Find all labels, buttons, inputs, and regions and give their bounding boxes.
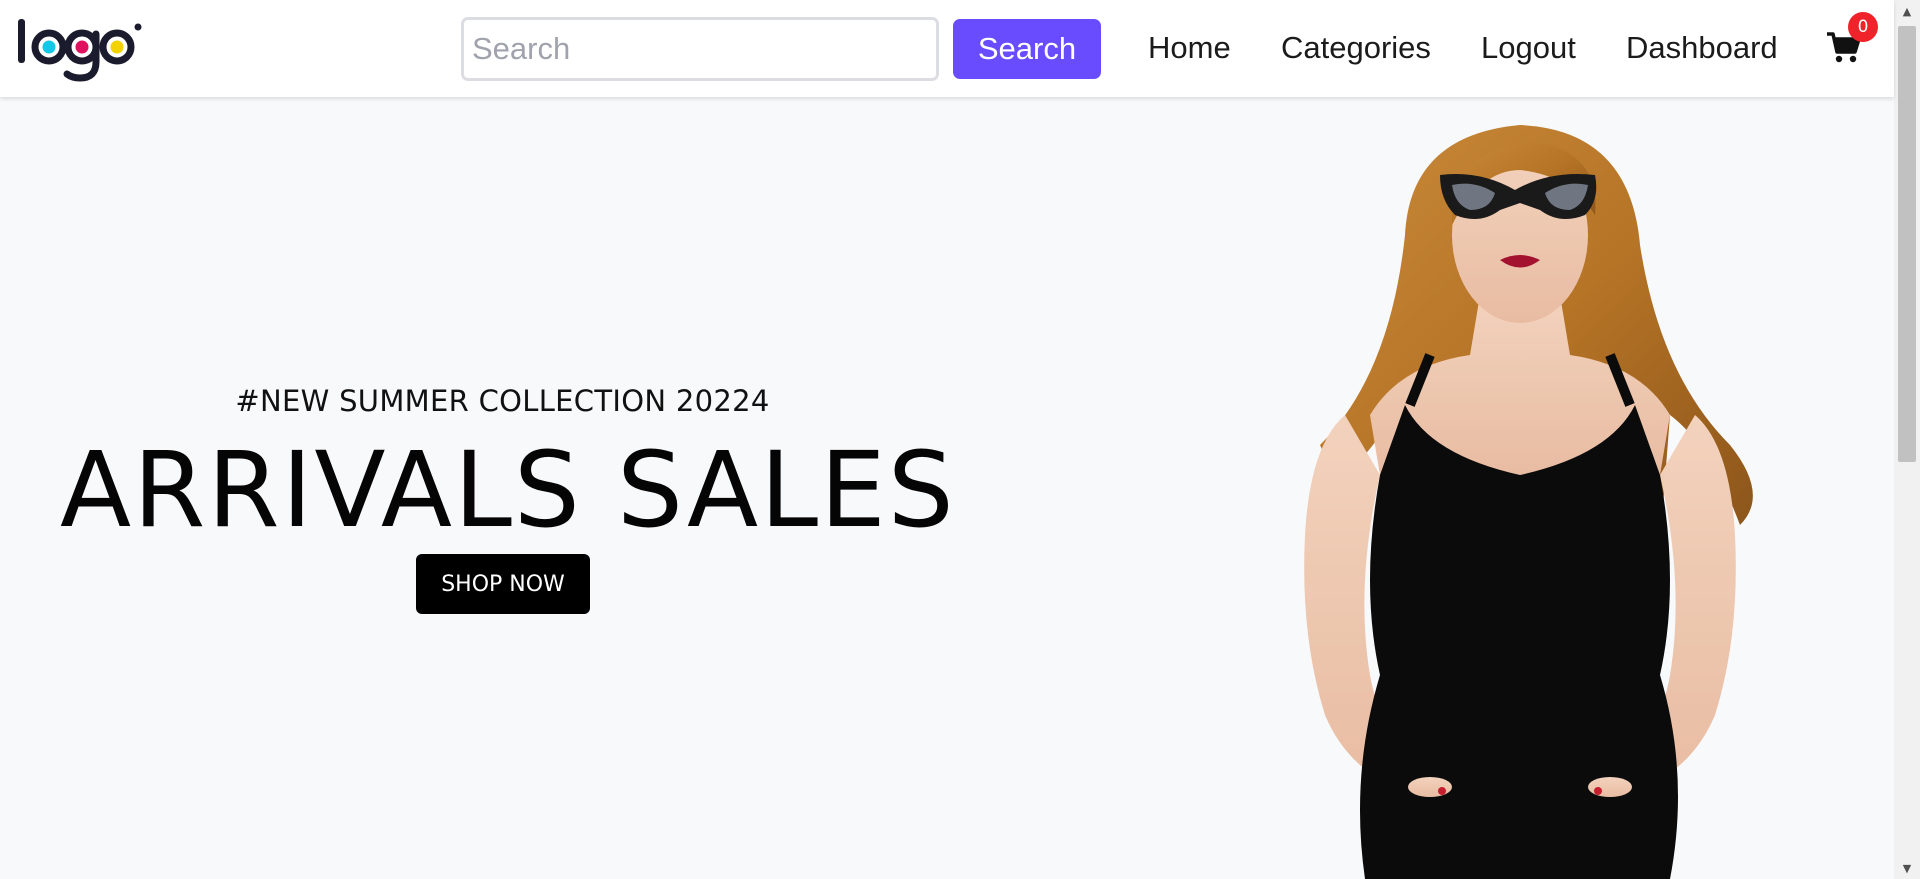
logo[interactable] bbox=[16, 16, 144, 82]
top-navbar: Search Home Categories Logout Dashboard … bbox=[0, 0, 1894, 97]
cart-count-badge: 0 bbox=[1848, 12, 1878, 42]
nav-categories[interactable]: Categories bbox=[1281, 26, 1431, 70]
scrollbar-thumb[interactable] bbox=[1898, 26, 1916, 462]
hero-model-image bbox=[1190, 115, 1820, 879]
nav-dashboard[interactable]: Dashboard bbox=[1626, 26, 1778, 70]
scroll-down-arrow-icon[interactable]: ▼ bbox=[1899, 861, 1915, 877]
hero-subtitle: #NEW SUMMER COLLECTION 20224 bbox=[235, 384, 770, 418]
nav-logout[interactable]: Logout bbox=[1481, 26, 1576, 70]
nav-home[interactable]: Home bbox=[1148, 26, 1231, 70]
shop-now-button[interactable]: SHOP NOW bbox=[416, 554, 590, 614]
search-button[interactable]: Search bbox=[953, 19, 1101, 79]
hero-title: ARRIVALS SALES bbox=[60, 429, 956, 551]
logo-icon bbox=[18, 19, 142, 82]
scroll-up-arrow-icon[interactable]: ▲ bbox=[1899, 4, 1915, 20]
search-input[interactable] bbox=[461, 17, 939, 81]
